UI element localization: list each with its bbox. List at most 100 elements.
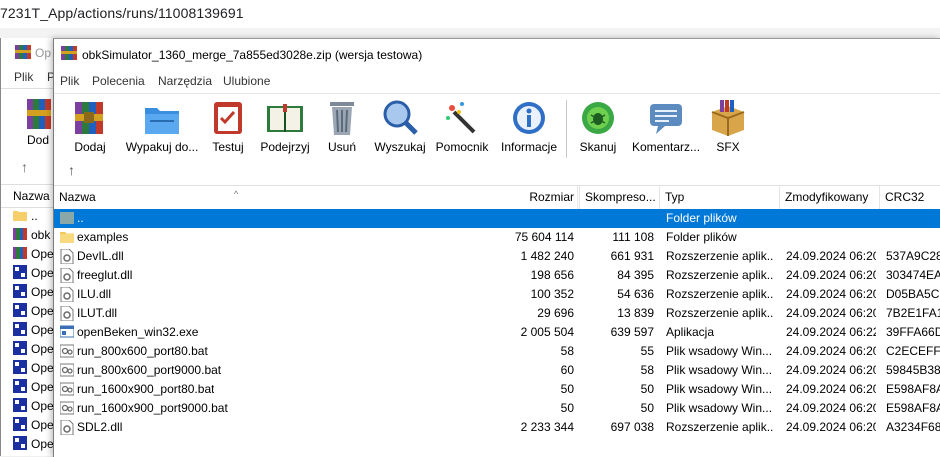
menu-favorites[interactable]: Ulubione — [223, 74, 270, 88]
file-crc: A3234F68 — [886, 420, 940, 434]
column-size[interactable]: Rozmiar — [494, 186, 580, 209]
list-item[interactable]: Ope — [1, 301, 61, 320]
info-button[interactable]: Informacje — [498, 98, 560, 154]
app-icon — [13, 303, 27, 320]
find-button[interactable]: Wyszukaj — [374, 98, 426, 154]
extract-to-button[interactable]: Wypakuj do... — [122, 98, 202, 154]
delete-button[interactable]: Usuń — [322, 98, 362, 154]
file-size: 2 233 344 — [520, 420, 574, 434]
file-size: 2 005 504 — [520, 325, 574, 339]
column-packed[interactable]: Skompreso... — [580, 186, 660, 209]
view-button[interactable]: Podejrzyj — [260, 98, 310, 154]
table-row[interactable]: .. Folder plików — [54, 209, 940, 228]
file-size: 198 656 — [530, 268, 574, 282]
background-column-header[interactable]: Nazwa — [1, 184, 61, 208]
info-label: Informacje — [500, 140, 558, 154]
list-item[interactable]: Ope — [1, 320, 61, 339]
table-row[interactable]: DevIL.dll 1 482 240 661 931 Rozszerzenie ap… — [54, 247, 940, 266]
wizard-button[interactable]: Pomocnik — [434, 98, 490, 154]
browser-address-bar[interactable]: 7231T_App/actions/runs/11008139691 — [0, 0, 940, 29]
list-item[interactable]: Ope — [1, 282, 61, 301]
sfx-button[interactable]: SFX — [708, 98, 748, 154]
add-button[interactable]: Dodaj — [70, 98, 110, 154]
background-titlebar: Op — [1, 38, 61, 64]
table-row[interactable]: ILUT.dll 29 696 13 839 Rozszerzenie aplik..… — [54, 304, 940, 323]
file-name: SDL2.dll — [77, 420, 123, 434]
app-icon — [13, 379, 27, 396]
menu-commands[interactable]: Polecenia — [92, 74, 145, 88]
background-file-list: .. obk Ope Ope Ope Ope Ope Ope Ope Ope O… — [1, 206, 61, 453]
list-item[interactable]: Ope — [1, 244, 61, 263]
titlebar[interactable]: obkSimulator_1360_merge_7a855ed3028e.zip… — [54, 39, 940, 69]
find-label: Wyszukaj — [374, 140, 426, 154]
list-item[interactable]: Ope — [1, 415, 61, 434]
table-row[interactable]: openBeken_win32.exe 2 005 504 639 597 Aplik… — [54, 323, 940, 342]
file-name: run_1600x900_port80.bat — [77, 382, 215, 396]
table-row[interactable]: freeglut.dll 198 656 84 395 Rozszerzenie ap… — [54, 266, 940, 285]
comment-label: Komentarz... — [632, 140, 701, 154]
dll-icon — [60, 267, 74, 286]
file-modified: 24.09.2024 06:20 — [786, 287, 876, 301]
menu-tools[interactable]: Narzędzia — [158, 74, 212, 88]
up-arrow-icon[interactable]: ↑ — [21, 159, 28, 175]
file-name: .. — [77, 211, 84, 225]
app-icon — [13, 322, 27, 339]
app-icon — [13, 436, 27, 453]
file-type: Plik wsadowy Win... — [666, 382, 773, 396]
column-crc[interactable]: CRC32 — [880, 186, 940, 209]
test-icon — [208, 98, 248, 138]
column-modified[interactable]: Zmodyfikowany — [780, 186, 880, 209]
file-crc: 7B2E1FA1 — [886, 306, 940, 320]
add-label: Dodaj — [74, 140, 106, 154]
table-row[interactable]: run_1600x900_port80.bat 50 50 Plik wsadowy … — [54, 380, 940, 399]
list-item[interactable]: Ope — [1, 377, 61, 396]
list-item[interactable]: Ope — [1, 396, 61, 415]
view-icon — [265, 98, 305, 138]
add-icon[interactable] — [25, 97, 55, 134]
file-type: Folder plików — [666, 211, 737, 225]
background-menu-file[interactable]: Plik — [14, 70, 33, 84]
virus-scan-label: Skanuj — [579, 140, 617, 154]
list-item[interactable]: obk — [1, 225, 61, 244]
table-row[interactable]: run_800x600_port9000.bat 60 58 Plik wsadowy… — [54, 361, 940, 380]
column-type[interactable]: Typ — [660, 186, 780, 209]
bat-icon — [59, 363, 75, 380]
app-icon — [13, 284, 27, 301]
sort-ascending-icon: ^ — [234, 189, 239, 199]
test-button[interactable]: Testuj — [208, 98, 248, 154]
list-item[interactable]: Ope — [1, 434, 61, 453]
list-item[interactable]: Ope — [1, 339, 61, 358]
table-row[interactable]: examples 75 604 114 111 108 Folder plików — [54, 228, 940, 247]
up-arrow-icon[interactable]: ↑ — [68, 162, 75, 178]
winrar-window[interactable]: obkSimulator_1360_merge_7a855ed3028e.zip… — [53, 38, 940, 457]
file-type: Plik wsadowy Win... — [666, 344, 773, 358]
table-row[interactable]: ILU.dll 100 352 54 636 Rozszerzenie aplik..… — [54, 285, 940, 304]
menu-file[interactable]: Plik — [60, 74, 79, 88]
virus-scan-button[interactable]: Skanuj — [578, 98, 618, 154]
extract-label: Wypakuj do... — [125, 140, 199, 154]
archive-icon — [13, 246, 27, 263]
file-list: Nazwa ^ Rozmiar Skompreso... Typ Zmodyfi… — [54, 185, 940, 457]
delete-label: Usuń — [327, 140, 356, 154]
file-type: Folder plików — [666, 230, 737, 244]
app-icon — [13, 265, 27, 282]
sfx-label: SFX — [716, 140, 740, 154]
table-row[interactable]: SDL2.dll 2 233 344 697 038 Rozszerzenie apl… — [54, 418, 940, 437]
list-item[interactable]: .. — [1, 206, 61, 225]
file-size: 50 — [560, 401, 574, 415]
background-menubar: Plik P — [1, 66, 61, 88]
background-winrar-window[interactable]: Op Plik P Dod ↑ Nazwa .. obk Ope Ope Ope… — [0, 38, 61, 456]
file-crc: 303474EA — [886, 268, 940, 282]
list-item[interactable]: Ope — [1, 263, 61, 282]
table-row[interactable]: run_800x600_port80.bat 58 55 Plik wsadowy W… — [54, 342, 940, 361]
file-size: 75 604 114 — [514, 230, 574, 244]
bat-icon — [59, 382, 75, 399]
comment-button[interactable]: Komentarz... — [632, 98, 700, 154]
table-row[interactable]: run_1600x900_port9000.bat 50 50 Plik wsadow… — [54, 399, 940, 418]
wizard-icon — [442, 98, 482, 138]
info-icon — [509, 98, 549, 138]
list-item[interactable]: Ope — [1, 358, 61, 377]
file-type: Rozszerzenie aplik... — [666, 287, 774, 301]
file-modified: 24.09.2024 06:20 — [786, 363, 876, 377]
file-crc: E598AF8A — [886, 401, 940, 415]
